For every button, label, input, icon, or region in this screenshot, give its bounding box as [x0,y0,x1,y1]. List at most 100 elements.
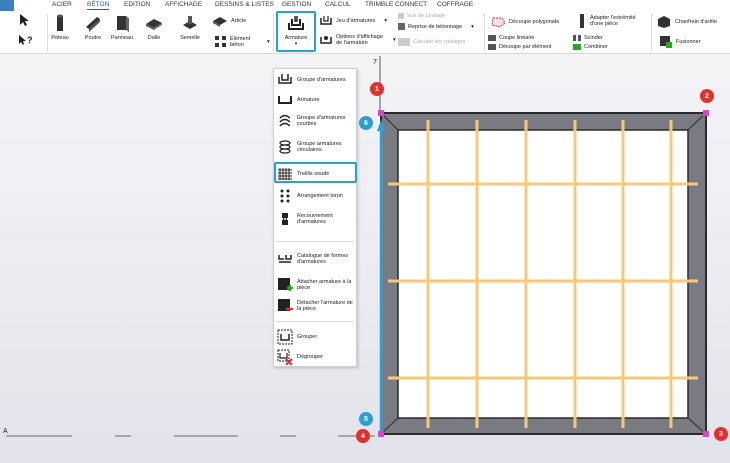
corner-handle [378,431,384,437]
chamfer-icon [658,16,670,28]
panneau-button[interactable]: Panneau [111,13,133,41]
tab-beton[interactable]: BÉTON [87,1,110,10]
circular-rebar-icon [279,140,291,154]
calculer-coulages-button[interactable]: Calculer les coulages [398,38,465,46]
corner-handle [703,110,709,116]
tab-trimble-connect[interactable]: TRIMBLE CONNECT [365,1,427,8]
pour-break-icon [398,23,405,30]
corner-handle [703,431,709,437]
rebar-splice-icon [282,213,288,225]
ungroup-icon [277,349,293,365]
ribbon-panel: ? Poteau Poutre Panneau Dalle Semelle Ar… [0,11,730,54]
combiner-button[interactable]: Combiner [573,44,608,50]
panel-icon [117,16,130,32]
article-icon [213,17,227,27]
dalle-button[interactable]: Dalle [144,13,164,41]
reprise-betonnage-button[interactable]: Reprise de bétonnage ▾ [398,23,474,30]
axis-label: A [3,428,8,435]
menu-item-recouvrement[interactable]: Recouvrement d'armatures [274,211,358,227]
decoupe-polygonale-button[interactable]: Découpe polygonale [490,16,559,28]
beam-icon [86,17,100,32]
tab-gestion[interactable]: GESTION [282,1,311,8]
poteau-button[interactable]: Poteau [51,13,69,41]
point-marker-3[interactable]: 3 [714,427,728,441]
footing-icon [183,16,197,29]
menu-item-groupe-circulaires[interactable]: Groupe armatures circulaires [274,139,358,155]
corner-handle [378,110,384,116]
decoupe-par-element-button[interactable]: Découpe par élément [488,44,552,50]
rebar-display-icon [320,36,332,44]
group-icon [277,329,293,345]
part-cut-icon [488,44,496,50]
question-cursor-icon: ? [19,35,33,45]
treillis-soude-highlight [274,162,357,183]
fit-end-icon [580,14,584,28]
coupe-lineaire-button[interactable]: Coupe linéaire [488,35,534,41]
combine-icon [573,44,581,50]
rebar-set-icon [320,16,332,25]
scinder-button[interactable]: Scinder [573,35,603,41]
vue-coulage-button[interactable]: Vue de coulage [398,13,445,19]
fusionner-button[interactable]: Fusionner [660,36,700,48]
help-cursor-button[interactable]: ? [18,33,34,47]
polygon-cut-icon [491,17,506,28]
menu-item-arrangement-toron[interactable]: Arrangement toron [274,188,358,204]
tab-edition[interactable]: EDITION [124,1,150,8]
menu-item-degrouper[interactable]: Dégrouper [274,349,358,365]
tab-affichage[interactable]: AFFICHAGE [165,1,202,8]
element-beton-button[interactable]: Élément béton ▾ [214,35,270,48]
grid-label: 7 [373,59,377,66]
shape-catalog-icon [278,255,292,263]
point-marker-2[interactable]: 2 [700,89,714,103]
slab-icon [146,19,162,30]
menu-item-catalogue-formes[interactable]: Catalogue de formes d'armatures [274,252,358,266]
point-marker-4[interactable]: 4 [356,429,370,443]
poutre-button[interactable]: Poutre [83,13,103,41]
article-button[interactable]: Article [212,15,246,27]
ribbon-separator [651,14,652,52]
ribbon-separator [484,14,485,52]
armature-highlight [276,11,316,52]
column-icon [57,14,63,31]
slab-inner-face [397,129,689,419]
menu-item-groupe-armatures[interactable]: Groupe d'armatures [274,73,358,87]
menu-item-detacher-armature[interactable]: Détacher l'armature de la pièce [274,298,358,314]
point-marker-1[interactable]: 1 [370,82,384,96]
chanfrein-button[interactable]: Chanfrein d'arête [656,15,717,29]
tab-dessins-listes[interactable]: DESSINS & LISTES [215,1,274,8]
point-marker-6[interactable]: 6 [359,116,373,130]
model-viewport[interactable]: A 7 1 2 3 4 5 6 [0,54,730,463]
calculate-pours-icon [398,38,410,46]
tab-acier[interactable]: ACIER [52,1,72,8]
point-marker-5[interactable]: 5 [359,412,373,426]
select-tool-button[interactable] [18,13,32,27]
svg-text:?: ? [27,35,33,45]
split-icon [573,35,581,41]
dropdown-arrow-icon: ▾ [384,18,388,24]
tab-coffrage[interactable]: COFFRAGE [437,1,473,8]
menu-item-armature[interactable]: Armature [274,95,358,105]
ribbon-tab-bar: ACIER BÉTON EDITION AFFICHAGE DESSINS & … [0,0,730,11]
curved-rebar-icon [279,114,291,127]
attach-rebar-icon [278,278,293,291]
detach-rebar-icon [278,299,293,311]
concrete-unit-icon [215,36,226,47]
cursor-arrow-icon [20,14,29,26]
rebar-group-icon [278,74,292,84]
merge-icon [660,36,672,48]
armature-dropdown-menu: Groupe d'armatures Armature Groupe d'arm… [273,68,357,367]
jeu-armatures-button[interactable]: Jeu d'armatures ▾ [319,15,387,27]
menu-item-attacher-armature[interactable]: Attacher armature à la pièce [274,277,358,293]
pour-view-icon [398,13,404,19]
options-affichage-button[interactable]: Options d'affichage de l'armature ▾ [319,34,396,46]
menu-separator [276,321,354,322]
semelle-button[interactable]: Semelle [180,13,200,41]
adapter-extremite-button[interactable]: Adapter l'extrémité d'une pièce [577,14,646,28]
line-cut-icon [488,35,496,41]
single-rebar-icon [278,96,292,104]
dropdown-arrow-icon: ▾ [393,37,396,43]
menu-item-grouper[interactable]: Grouper [274,329,358,345]
strand-pattern-icon [280,189,290,203]
tab-calcul[interactable]: CALCUL [325,1,351,8]
menu-item-groupe-courbes[interactable]: Groupe d'armatures courbes [274,113,354,129]
